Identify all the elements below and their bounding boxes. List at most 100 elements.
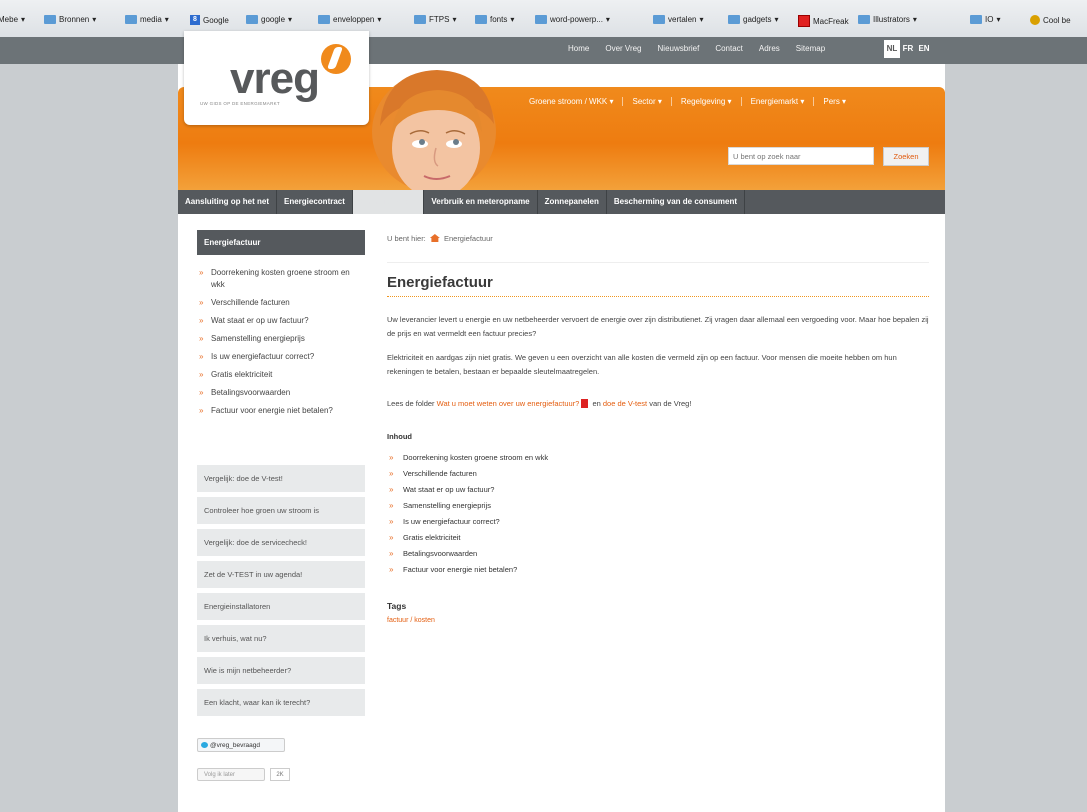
sidebar-box-vtest[interactable]: Vergelijk: doe de V-test! — [197, 465, 365, 492]
sidebar-item-verschillende-facturen[interactable]: Verschillende facturen — [197, 297, 365, 309]
home-icon[interactable] — [429, 234, 440, 242]
lang-en[interactable]: EN — [916, 40, 932, 58]
sidebar-item-wat-staat[interactable]: Wat staat er op uw factuur? — [197, 315, 365, 327]
folder-link[interactable]: Wat u moet weten over uw energiefactuur? — [437, 399, 580, 408]
bookmark-mebe[interactable]: Mebe ▾ — [0, 15, 25, 24]
breadcrumb: U bent hier: Energiefactuur — [387, 234, 493, 243]
folder-icon — [858, 15, 870, 24]
sidebar-heading[interactable]: Energiefactuur — [197, 230, 365, 255]
bookmark-gadgets[interactable]: gadgets ▾ — [728, 15, 778, 24]
main-navigation: Groene stroom / WKK ▾ Sector ▾ Regelgevi… — [520, 97, 855, 106]
search-button[interactable]: Zoeken — [883, 147, 929, 166]
bookmark-fonts[interactable]: fonts ▾ — [475, 15, 514, 24]
sidebar-item-correct[interactable]: Is uw energiefactuur correct? — [197, 351, 365, 363]
pdf-icon — [581, 399, 589, 408]
woman-image — [372, 70, 496, 190]
title-divider — [387, 296, 929, 297]
folder-icon — [318, 15, 330, 24]
sidebar-box-netbeheerder[interactable]: Wie is mijn netbeheerder? — [197, 657, 365, 684]
tab-energiecontract[interactable]: Energiecontract — [277, 190, 353, 214]
bookmark-cool[interactable]: Cool be — [1030, 15, 1071, 25]
mainnav-regelgeving[interactable]: Regelgeving ▾ — [672, 97, 742, 106]
intro-paragraph: Uw leverancier levert u energie en uw ne… — [387, 315, 929, 338]
google-icon: 8 — [190, 15, 200, 25]
macfreak-icon — [798, 15, 810, 27]
tab-aansluiting[interactable]: Aansluiting op het net — [178, 190, 277, 214]
contents-item-gratis[interactable]: Gratis elektriciteit — [387, 530, 548, 546]
topnav-over-vreg[interactable]: Over Vreg — [597, 44, 649, 53]
mainnav-groene-stroom[interactable]: Groene stroom / WKK ▾ — [520, 97, 624, 106]
mainnav-sector[interactable]: Sector ▾ — [623, 97, 672, 106]
topnav-home[interactable]: Home — [560, 44, 597, 53]
tab-energiefactuur[interactable]: Energiefactuur — [352, 190, 425, 214]
bookmark-google[interactable]: 8 Google — [190, 15, 229, 25]
vtest-link[interactable]: doe de V-test — [603, 399, 647, 408]
sidebar-box-servicecheck[interactable]: Vergelijk: doe de servicecheck! — [197, 529, 365, 556]
topnav-sitemap[interactable]: Sitemap — [788, 44, 833, 53]
sidebar-box-installateurs[interactable]: Energieinstallatoren — [197, 593, 365, 620]
bookmark-illustrators[interactable]: Illustrators ▾ — [858, 15, 917, 24]
tab-zonnepanelen[interactable]: Zonnepanelen — [538, 190, 607, 214]
contents-item-wat-staat[interactable]: Wat staat er op uw factuur? — [387, 482, 548, 498]
folder-icon — [728, 15, 740, 24]
logo-text[interactable]: vreg — [230, 54, 320, 104]
bookmark-io[interactable]: IO ▾ — [970, 15, 1000, 24]
folder-icon — [414, 15, 426, 24]
sidebar-item-doorrekening[interactable]: Doorrekening kosten groene stroom en wkk — [197, 267, 365, 291]
folder-prefix: Lees de folder — [387, 399, 435, 408]
folder-icon — [125, 15, 137, 24]
mainnav-pers[interactable]: Pers ▾ — [814, 97, 855, 106]
contents-heading: Inhoud — [387, 432, 412, 441]
bookmark-word-powerp[interactable]: word-powerp... ▾ — [535, 15, 610, 24]
bookmark-macfreak[interactable]: MacFreak — [798, 15, 849, 27]
contents-item-samenstelling[interactable]: Samenstelling energieprijs — [387, 498, 548, 514]
bookmark-vertalen[interactable]: vertalen ▾ — [653, 15, 703, 24]
vreg-logo-icon — [321, 44, 351, 74]
bookmark-media[interactable]: media ▾ — [125, 15, 169, 24]
bookmark-enveloppen[interactable]: enveloppen ▾ — [318, 15, 381, 24]
tab-verbruik[interactable]: Verbruik en meteropname — [424, 190, 538, 214]
contents-item-betalingsvoorwaarden[interactable]: Betalingsvoorwaarden — [387, 546, 548, 562]
mainnav-energiemarkt[interactable]: Energiemarkt ▾ — [742, 97, 815, 106]
bookmark-bronnen[interactable]: Bronnen ▾ — [44, 15, 96, 24]
language-switcher: NL FR EN — [884, 40, 932, 58]
tags-link[interactable]: factuur / kosten — [387, 617, 435, 624]
contents-item-verschillende-facturen[interactable]: Verschillende facturen — [387, 466, 548, 482]
tab-bescherming[interactable]: Bescherming van de consument — [607, 190, 746, 214]
sidebar-box-groen[interactable]: Controleer hoe groen uw stroom is — [197, 497, 365, 524]
lang-nl[interactable]: NL — [884, 40, 900, 58]
sidebar-item-gratis[interactable]: Gratis elektriciteit — [197, 369, 365, 381]
leaf-icon — [1030, 15, 1040, 25]
bookmark-ftps[interactable]: FTPS ▾ — [414, 15, 456, 24]
topnav-adres[interactable]: Adres — [751, 44, 788, 53]
folder-mid: en — [592, 399, 601, 408]
folder-icon — [970, 15, 982, 24]
sidebar-item-samenstelling[interactable]: Samenstelling energieprijs — [197, 333, 365, 345]
folder-icon — [475, 15, 487, 24]
folder-icon — [653, 15, 665, 24]
breadcrumb-current: Energiefactuur — [443, 234, 493, 243]
bookmarks-bar: Mebe ▾ Bronnen ▾ media ▾ 8 Google google … — [0, 0, 1087, 38]
sidebar-item-betalingsvoorwaarden[interactable]: Betalingsvoorwaarden — [197, 387, 365, 399]
follow-button[interactable]: Volg ik later — [197, 768, 265, 781]
contents-item-niet-betalen[interactable]: Factuur voor energie niet betalen? — [387, 562, 548, 578]
sidebar-box-verhuis[interactable]: Ik verhuis, wat nu? — [197, 625, 365, 652]
twitter-button[interactable]: @vreg_bevraagd — [197, 738, 285, 752]
sidebar-box-agenda[interactable]: Zet de V-TEST in uw agenda! — [197, 561, 365, 588]
bookmark-google-folder[interactable]: google ▾ — [246, 15, 292, 24]
folder-suffix: van de Vreg! — [649, 399, 692, 408]
breadcrumb-prefix: U bent hier: — [387, 234, 426, 243]
folder-icon — [246, 15, 258, 24]
logo-tagline: UW GIDS OP DE ENERGIEMARKT — [200, 101, 280, 106]
folder-icon — [535, 15, 547, 24]
section-tabs: Aansluiting op het net Energiecontract E… — [178, 190, 945, 214]
topnav-nieuwsbrief[interactable]: Nieuwsbrief — [650, 44, 708, 53]
sidebar-item-niet-betalen[interactable]: Factuur voor energie niet betalen? — [197, 405, 365, 417]
contents-item-doorrekening[interactable]: Doorrekening kosten groene stroom en wkk — [387, 450, 548, 466]
search-input[interactable] — [728, 147, 874, 165]
lang-fr[interactable]: FR — [900, 40, 916, 58]
follow-count: 2K — [270, 768, 290, 781]
topnav-contact[interactable]: Contact — [707, 44, 751, 53]
sidebar-box-klacht[interactable]: Een klacht, waar kan ik terecht? — [197, 689, 365, 716]
contents-item-correct[interactable]: Is uw energiefactuur correct? — [387, 514, 548, 530]
